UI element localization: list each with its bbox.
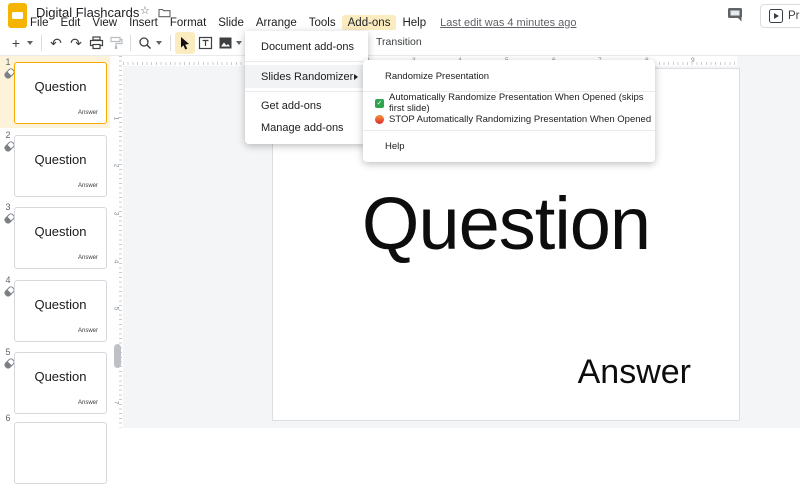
menubar-item-view[interactable]: View (86, 15, 123, 31)
menu-item-label: Get add-ons (261, 100, 322, 112)
menu-item-get-add-ons[interactable]: Get add-ons (245, 95, 368, 117)
slide-thumbnail-2[interactable]: Question Answer (14, 135, 107, 197)
vertical-ruler: 1 2 3 4 5 6 7 (112, 56, 123, 428)
zoom-icon[interactable] (135, 32, 155, 54)
menu-item-document-add-ons[interactable]: Document add-ons (245, 36, 368, 58)
new-slide-dropdown-icon[interactable] (27, 40, 33, 45)
filmstrip-scrollbar[interactable] (114, 344, 121, 368)
thumb-note: Answer (77, 400, 98, 406)
last-edit-link[interactable]: Last edit was 4 minutes ago (440, 17, 576, 29)
thumb-note: Answer (77, 183, 98, 189)
new-slide-button[interactable]: + (6, 32, 26, 54)
slide-number: 1 (5, 57, 11, 67)
menu-item-manage-add-ons[interactable]: Manage add-ons (245, 117, 368, 139)
menubar-item-file[interactable]: File (24, 15, 55, 31)
menubar-item-add-ons[interactable]: Add-ons (341, 15, 397, 31)
menu-item-label: Manage add-ons (261, 122, 344, 134)
menu-item-auto-randomize-on[interactable]: ✓ Automatically Randomize Presentation W… (363, 92, 655, 114)
thumb-title: Question (34, 152, 87, 167)
thumb-note: Answer (77, 110, 98, 116)
slide-thumbnail-6[interactable] (14, 422, 107, 484)
thumb-note: Answer (77, 255, 98, 261)
add-ons-menu: Document add-ons Slides Randomizer Get a… (245, 31, 368, 144)
transition-button[interactable]: Transition (371, 34, 427, 50)
menubar-item-edit[interactable]: Edit (55, 15, 87, 31)
thumb-title: Question (34, 297, 87, 312)
ruler-tick-label: 9 (691, 56, 695, 64)
redo-icon[interactable]: ↷ (66, 32, 86, 54)
toolbar-separator (41, 34, 42, 51)
paint-format-icon[interactable] (106, 32, 126, 54)
slide-number: 5 (5, 347, 11, 357)
thumb-note: Answer (77, 328, 98, 334)
stop-icon (375, 114, 384, 124)
menu-item-label: Slides Randomizer (261, 70, 354, 83)
menu-item-help[interactable]: Help (363, 134, 655, 158)
slide-number: 4 (5, 275, 11, 285)
slide-thumbnail-5[interactable]: Question Answer (14, 352, 107, 414)
present-play-icon (769, 9, 783, 23)
present-button[interactable]: Present (760, 4, 800, 28)
menubar-item-arrange[interactable]: Arrange (250, 15, 303, 31)
undo-icon[interactable]: ↶ (46, 32, 66, 54)
menu-separator (363, 130, 655, 131)
image-dropdown-icon[interactable] (236, 40, 242, 45)
slide-number: 2 (5, 130, 11, 140)
comments-button[interactable] (727, 7, 747, 25)
print-icon[interactable] (86, 32, 106, 54)
slide-number: 3 (5, 202, 11, 212)
menubar-item-tools[interactable]: Tools (303, 15, 342, 31)
text-box-icon[interactable] (195, 32, 215, 54)
menu-item-label: Help (385, 140, 405, 152)
thumb-title: Question (34, 79, 87, 94)
menubar-item-slide[interactable]: Slide (212, 15, 250, 31)
slide-number: 6 (5, 413, 11, 423)
menubar-item-insert[interactable]: Insert (123, 15, 164, 31)
green-check-icon: ✓ (375, 98, 384, 108)
toolbar-separator (170, 34, 171, 51)
menubar-item-format[interactable]: Format (164, 15, 212, 31)
menu-item-slides-randomizer[interactable]: Slides Randomizer (245, 65, 368, 88)
select-tool-icon[interactable] (175, 31, 195, 54)
slide-thumbnail-1[interactable]: Question Answer (14, 62, 107, 124)
thumb-title: Question (34, 369, 87, 384)
menu-item-auto-randomize-off[interactable]: STOP Automatically Randomizing Presentat… (363, 111, 655, 127)
slide-answer-text[interactable]: Answer (578, 353, 691, 392)
toolbar-separator (130, 34, 131, 51)
slides-randomizer-submenu: Randomize Presentation ✓ Automatically R… (363, 60, 655, 162)
menu-item-randomize-presentation[interactable]: Randomize Presentation (363, 64, 655, 88)
slide-title-text[interactable]: Question (273, 181, 739, 266)
present-label: Present (788, 10, 800, 22)
slide-thumbnail-3[interactable]: Question Answer (14, 207, 107, 269)
menu-item-label: Randomize Presentation (385, 70, 490, 82)
insert-image-icon[interactable] (215, 32, 235, 54)
menubar-item-help[interactable]: Help (396, 15, 432, 31)
menubar: File Edit View Insert Format Slide Arran… (24, 15, 576, 31)
menu-item-label: Document add-ons (261, 41, 354, 53)
menu-separator (245, 91, 368, 92)
zoom-dropdown-icon[interactable] (156, 40, 162, 45)
menu-item-label: STOP Automatically Randomizing Presentat… (389, 113, 652, 125)
submenu-arrow-icon (354, 73, 358, 80)
slide-thumbnail-4[interactable]: Question Answer (14, 280, 107, 342)
menu-separator (245, 61, 368, 62)
thumb-title: Question (34, 224, 87, 239)
slide-filmstrip: 1 Question Answer 2 Question Answer 3 Qu… (0, 56, 113, 484)
